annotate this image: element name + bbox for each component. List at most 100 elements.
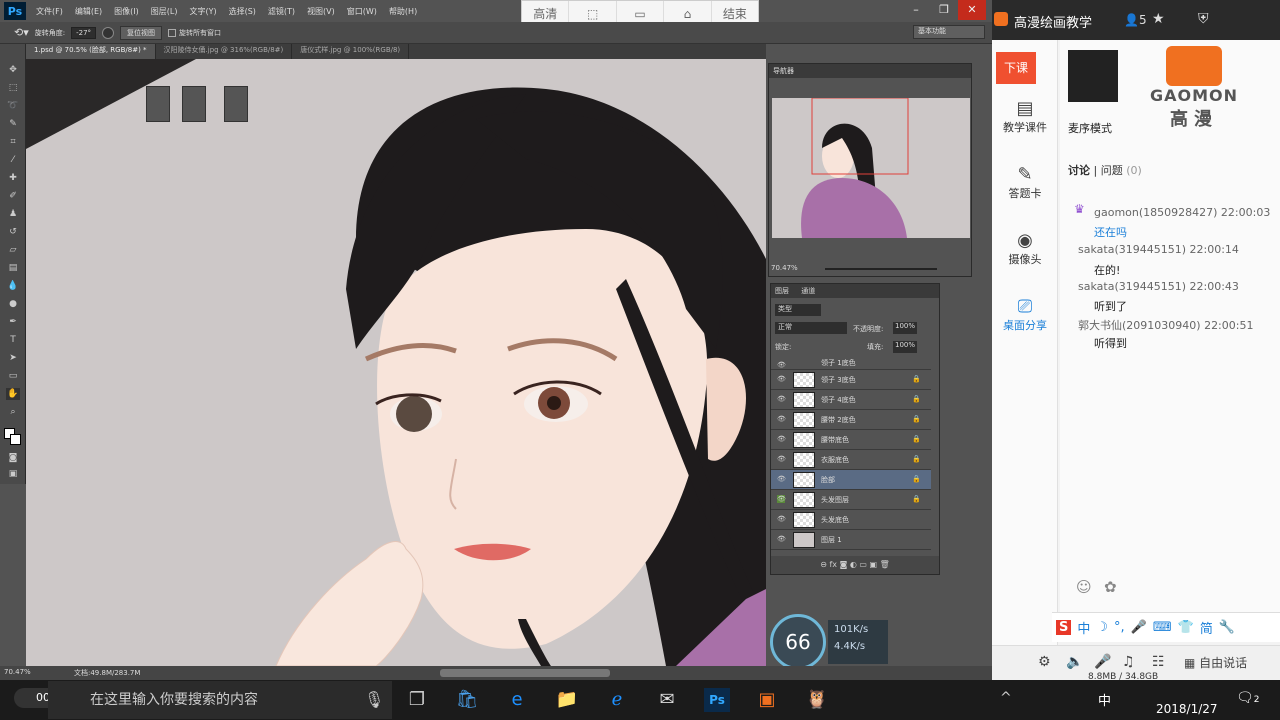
layer-row-active[interactable]: 👁 脸部 🔒 — [771, 470, 931, 490]
visibility-eye-icon[interactable]: 👁 — [777, 435, 786, 443]
doc-tab-2[interactable]: 汉阳陵侍女俑.jpg @ 316%(RGB/8#) — [156, 44, 293, 59]
ime-simplified-toggle[interactable]: 简 — [1200, 618, 1213, 637]
layer-filter-kind[interactable]: 类型 — [775, 304, 821, 316]
background-color-swatch[interactable] — [10, 434, 21, 445]
lasso-tool-icon[interactable]: ➰ — [6, 100, 20, 112]
blend-mode-select[interactable]: 正常 — [775, 322, 847, 334]
navigator-zoom[interactable]: 70.47% — [771, 264, 798, 272]
visibility-eye-icon[interactable]: 👁 — [777, 415, 786, 423]
visibility-eye-icon[interactable]: 👁 — [777, 515, 786, 523]
tab-layers[interactable]: 图层 — [775, 287, 789, 295]
navigator-preview[interactable] — [772, 97, 970, 238]
marquee-tool-icon[interactable]: ⬚ — [6, 82, 20, 94]
eraser-tool-icon[interactable]: ▱ — [6, 244, 20, 256]
opacity-input[interactable]: 100% — [893, 322, 917, 334]
ie-icon[interactable]: ℯ — [604, 688, 630, 712]
gradient-tool-icon[interactable]: ▤ — [6, 262, 20, 274]
zoom-tool-icon[interactable]: ⌕ — [6, 406, 20, 418]
crop-tool-icon[interactable]: ⌗ — [6, 136, 20, 148]
ime-skin-icon[interactable]: 👕 — [1178, 620, 1194, 635]
rotate-view-tool-icon[interactable]: ⟲▾ — [14, 26, 29, 39]
ime-moon-icon[interactable]: ☽ — [1096, 620, 1108, 635]
rotate-dial-icon[interactable] — [102, 26, 115, 39]
layer-row[interactable]: 👁 头发底色 — [771, 510, 931, 530]
gaomon-taskbar-icon[interactable]: ▣ — [754, 688, 780, 712]
type-tool-icon[interactable]: T — [6, 334, 20, 346]
visibility-eye-icon[interactable]: 👁 — [777, 375, 786, 383]
path-select-icon[interactable]: ➤ — [6, 352, 20, 364]
visibility-eye-icon[interactable]: 👁 — [777, 395, 786, 403]
menu-help[interactable]: 帮助(H) — [383, 6, 423, 17]
mic-icon[interactable]: 🎤 — [1094, 654, 1111, 670]
music-icon[interactable]: ♫ — [1122, 654, 1135, 670]
navigator-zoom-slider[interactable] — [825, 268, 937, 270]
settings-icon[interactable]: ⚙ — [1038, 654, 1051, 670]
taskbar-search-box[interactable]: 在这里输入你要搜索的内容 — [48, 681, 392, 719]
visibility-eye-icon[interactable]: 👁 — [777, 455, 786, 463]
reset-view-button[interactable]: 复位视图 — [120, 25, 163, 40]
workspace-select[interactable]: 基本功能 — [913, 25, 985, 39]
layer-row[interactable]: 👁 领子 3底色 🔒 — [771, 370, 931, 390]
stamp-tool-icon[interactable]: ♟ — [6, 208, 20, 220]
menu-window[interactable]: 窗口(W) — [341, 6, 383, 17]
tab-discussion[interactable]: 讨论 — [1068, 164, 1090, 177]
pen-tool-icon[interactable]: ✒ — [6, 316, 20, 328]
ime-punct-icon[interactable]: °, — [1114, 620, 1125, 635]
task-view-icon[interactable]: ❐ — [404, 688, 430, 712]
layer-row[interactable]: 👁 腰带底色 🔒 — [771, 430, 931, 450]
visibility-eye-icon[interactable]: 👁 — [777, 495, 786, 503]
shield-icon[interactable]: ⛨ — [1198, 11, 1209, 27]
hand-rotate-tool-icon[interactable]: ✋ — [6, 388, 20, 400]
layer-row[interactable]: 👁 头发图层 🔒 — [771, 490, 931, 510]
flower-icon[interactable]: ✿ — [1104, 578, 1117, 596]
close-icon[interactable]: ✕ — [958, 0, 986, 20]
layer-row[interactable]: 👁 腰带 2底色 🔒 — [771, 410, 931, 430]
mail-icon[interactable]: ✉ — [654, 688, 680, 712]
mixer-icon[interactable]: ☷ — [1152, 654, 1165, 670]
owl-app-icon[interactable]: 🦉 — [804, 688, 830, 712]
menu-view[interactable]: 视图(V) — [301, 6, 341, 17]
doc-tab-3[interactable]: 唐仪式样.jpg @ 100%(RGB/8) — [292, 44, 410, 59]
move-tool-icon[interactable]: ✥ — [6, 64, 20, 76]
layer-row[interactable]: 👁 领子 4底色 🔒 — [771, 390, 931, 410]
history-brush-icon[interactable]: ↺ — [6, 226, 20, 238]
tab-questions[interactable]: 问题 — [1101, 164, 1123, 177]
doc-tab-1[interactable]: 1.psd @ 70.5% (脸部, RGB/8#) * — [26, 44, 156, 59]
menu-edit[interactable]: 编辑(E) — [69, 6, 108, 17]
dodge-tool-icon[interactable]: ● — [6, 298, 20, 310]
tab-channels[interactable]: 通道 — [801, 287, 815, 295]
nav-courseware[interactable]: ▤ 教学课件 — [992, 98, 1058, 135]
mini-panel-brush-icon[interactable] — [224, 86, 248, 122]
speaker-icon[interactable]: 🔈 — [1066, 654, 1083, 670]
maximize-icon[interactable]: ❐ — [930, 0, 958, 20]
blur-tool-icon[interactable]: 💧 — [6, 280, 20, 292]
visibility-eye-icon[interactable]: 👁 — [777, 535, 786, 543]
ime-tools-icon[interactable]: 🔧 — [1219, 620, 1235, 635]
status-zoom[interactable]: 70.47% — [4, 668, 31, 676]
shape-tool-icon[interactable]: ▭ — [6, 370, 20, 382]
visibility-eye-icon[interactable]: 👁 — [777, 475, 786, 483]
free-talk-button[interactable]: ▦ 自由说话 — [1184, 654, 1247, 671]
ime-keyboard-icon[interactable]: ⌨ — [1153, 620, 1172, 635]
fill-input[interactable]: 100% — [893, 341, 917, 353]
store-icon[interactable]: 🛍 — [454, 688, 480, 712]
cortana-mic-icon[interactable]: 🎙 — [364, 690, 384, 709]
healing-tool-icon[interactable]: ✚ — [6, 172, 20, 184]
quick-select-tool-icon[interactable]: ✎ — [6, 118, 20, 130]
layers-footer-actions[interactable]: ⊖ fx ◙ ◐ ▭ ▣ 🗑 — [771, 556, 939, 574]
photoshop-taskbar-icon[interactable]: Ps — [704, 688, 730, 712]
emoji-icon[interactable]: ☺ — [1076, 578, 1092, 596]
menu-select[interactable]: 选择(S) — [223, 6, 262, 17]
rotate-all-windows-checkbox[interactable]: 旋转所有窗口 — [168, 28, 221, 38]
rotate-angle-input[interactable]: -27° — [71, 26, 97, 39]
notification-icon[interactable]: 🗨2 — [1236, 690, 1260, 706]
visibility-eye-icon[interactable]: 👁 — [777, 361, 786, 369]
screen-mode-icon[interactable]: ▣ — [6, 468, 20, 480]
layer-row[interactable]: 👁 图层 1 — [771, 530, 931, 550]
mini-panel-tools-icon[interactable] — [182, 86, 206, 122]
star-icon[interactable]: ★ — [1152, 11, 1165, 27]
file-explorer-icon[interactable]: 📁 — [554, 688, 580, 712]
taskbar-date[interactable]: 2018/1/27 — [1156, 702, 1218, 716]
tray-arrow-icon[interactable]: ^ — [1000, 690, 1012, 706]
horizontal-scrollbar[interactable] — [440, 669, 610, 677]
